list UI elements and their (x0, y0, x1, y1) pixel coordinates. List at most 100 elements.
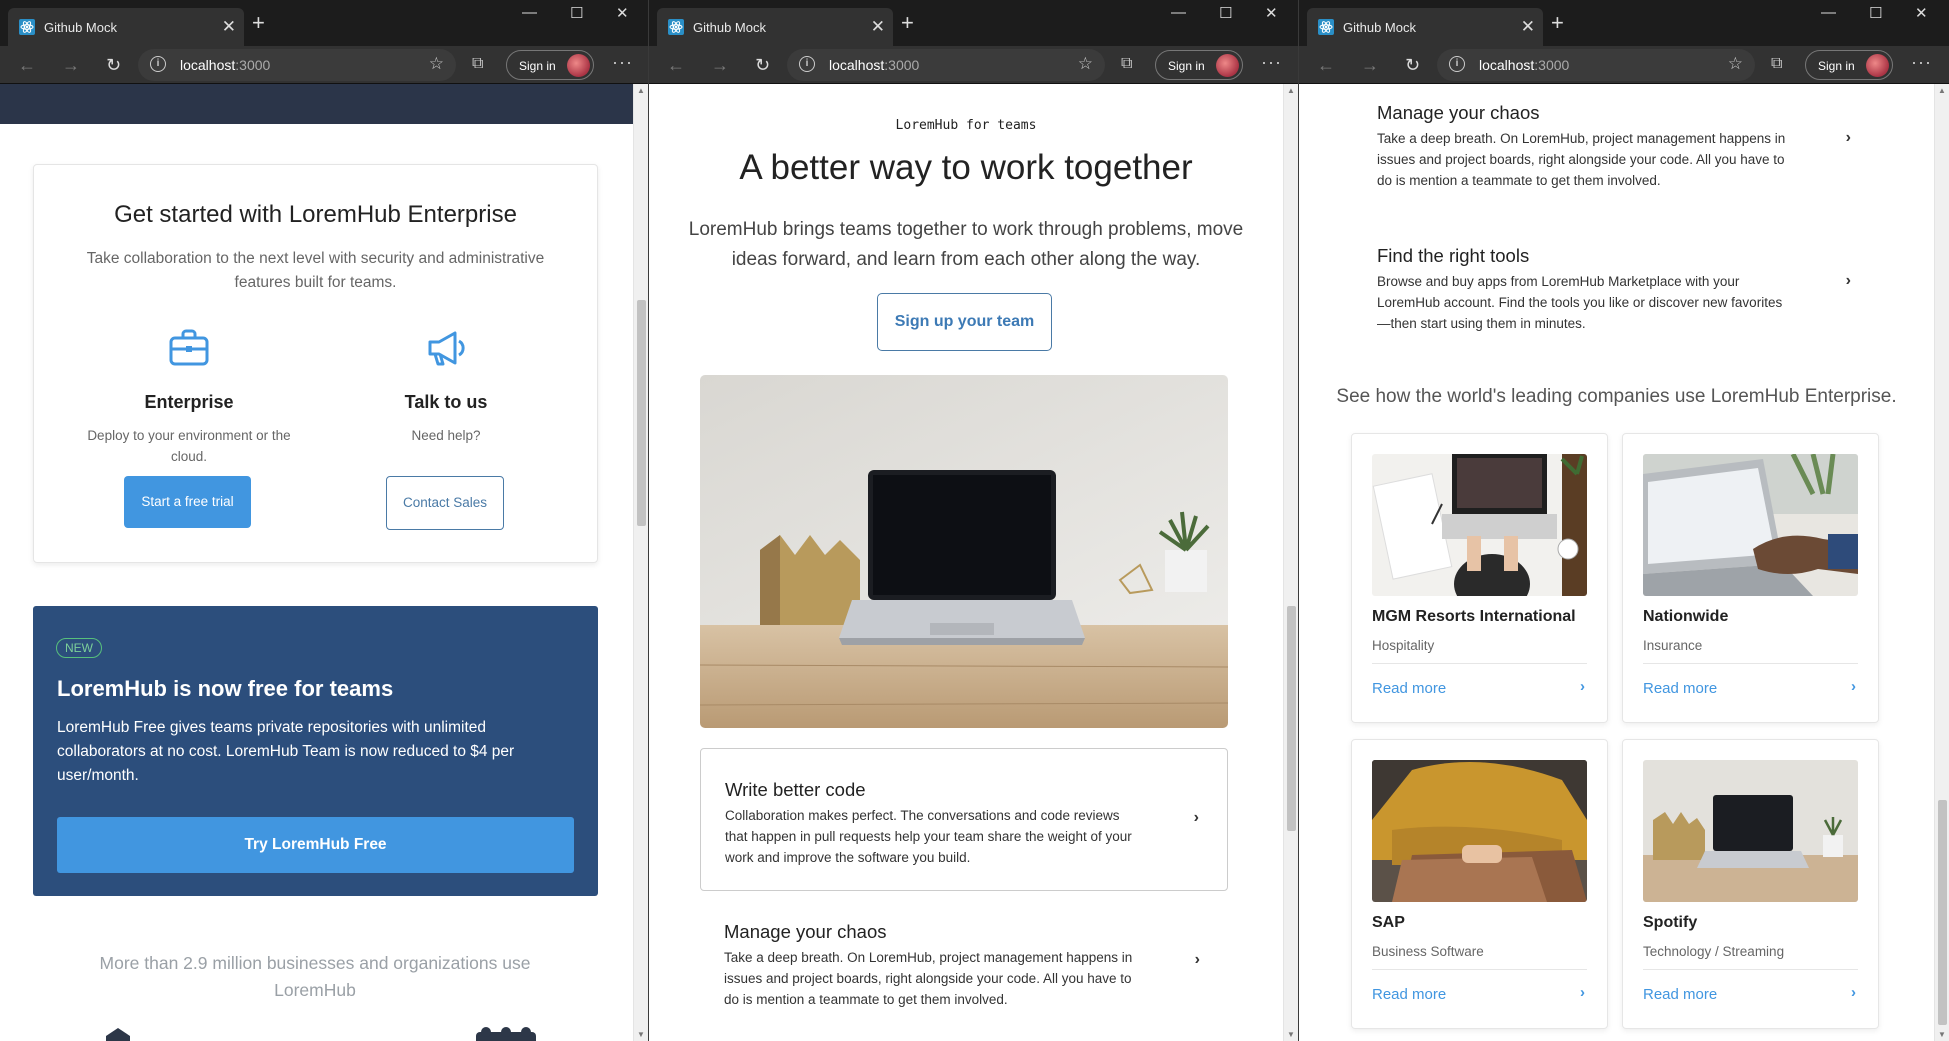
page-title: A better way to work together (739, 148, 1193, 187)
browser-tab[interactable]: Github Mock ✕ (8, 8, 244, 46)
read-more-link[interactable]: Read more (1372, 986, 1446, 1003)
try-free-button[interactable]: Try LoremHub Free (57, 817, 574, 873)
browser-window-2: Github Mock ✕ + — ☐ ✕ ← → ↻ i localhost:… (649, 0, 1299, 1041)
collections-icon[interactable]: ⧉ (1121, 55, 1132, 73)
company-industry: Hospitality (1372, 638, 1435, 653)
more-menu-icon[interactable]: ··· (1911, 52, 1932, 73)
maximize-button[interactable]: ☐ (570, 4, 583, 22)
feature-manage-chaos[interactable]: Manage your chaos Take a deep breath. On… (700, 891, 1228, 1034)
favorite-star-icon[interactable]: ☆ (1078, 54, 1093, 74)
scrollbar-thumb[interactable] (637, 300, 646, 526)
info-icon[interactable]: i (150, 56, 166, 72)
company-card-spotify: Spotify Technology / Streaming Read more… (1622, 739, 1879, 1029)
tab-bar: Github Mock ✕ + — ☐ ✕ (649, 0, 1298, 46)
read-more-link[interactable]: Read more (1372, 680, 1446, 697)
info-icon[interactable]: i (1449, 56, 1465, 72)
scrollbar[interactable]: ▲ ▼ (1283, 84, 1298, 1041)
close-window-button[interactable]: ✕ (616, 4, 629, 22)
tab-title: Github Mock (693, 20, 766, 35)
browser-tab[interactable]: Github Mock ✕ (657, 8, 893, 46)
scrollbar-thumb[interactable] (1287, 606, 1296, 831)
close-window-button[interactable]: ✕ (1265, 4, 1278, 22)
chevron-right-icon[interactable]: › (1851, 678, 1856, 695)
feature-desc: Collaboration makes perfect. The convers… (725, 808, 1132, 865)
collections-icon[interactable]: ⧉ (472, 55, 483, 73)
sign-up-team-button[interactable]: Sign up your team (877, 293, 1052, 351)
avatar (1216, 54, 1239, 77)
scroll-down-icon[interactable]: ▼ (1938, 1030, 1946, 1039)
scrollbar-thumb[interactable] (1938, 800, 1947, 1025)
tab-close-icon[interactable]: ✕ (222, 17, 236, 37)
feature-desc: Take a deep breath. On LoremHub, project… (1377, 131, 1786, 188)
page-viewport: Get started with LoremHub Enterprise Tak… (0, 84, 648, 1041)
feature-desc: Take a deep breath. On LoremHub, project… (724, 950, 1133, 1007)
maximize-button[interactable]: ☐ (1869, 4, 1882, 22)
talk-option-desc: Need help? (411, 428, 481, 443)
reload-icon[interactable]: ↻ (106, 55, 121, 76)
enterprise-card-lead: Take collaboration to the next level wit… (86, 250, 545, 291)
scroll-up-icon[interactable]: ▲ (1938, 86, 1946, 95)
chevron-right-icon: › (1845, 272, 1851, 289)
back-icon[interactable]: ← (667, 55, 685, 76)
tab-close-icon[interactable]: ✕ (1521, 17, 1535, 37)
briefcase-icon (169, 329, 209, 366)
forward-icon[interactable]: → (711, 55, 729, 76)
scrollbar[interactable]: ▲ ▼ (1934, 84, 1949, 1041)
collections-icon[interactable]: ⧉ (1771, 55, 1782, 73)
company-card-nationwide: Nationwide Insurance Read more › (1622, 433, 1879, 723)
scroll-up-icon[interactable]: ▲ (1287, 86, 1295, 95)
company-name: MGM Resorts International (1372, 608, 1576, 625)
read-more-link[interactable]: Read more (1643, 986, 1717, 1003)
forward-icon[interactable]: → (62, 55, 80, 76)
feature-write-code[interactable]: Write better code Collaboration makes pe… (700, 748, 1228, 891)
back-icon[interactable]: ← (18, 55, 36, 76)
start-free-trial-button[interactable]: Start a free trial (124, 476, 251, 528)
teams-eyebrow: LoremHub for teams (895, 118, 1037, 133)
info-icon[interactable]: i (799, 56, 815, 72)
feature-right-tools[interactable]: Find the right tools Browse and buy apps… (1353, 227, 1881, 347)
new-tab-button[interactable]: + (252, 10, 265, 36)
chevron-right-icon[interactable]: › (1580, 984, 1585, 1001)
close-window-button[interactable]: ✕ (1915, 4, 1928, 22)
new-tab-button[interactable]: + (1551, 10, 1564, 36)
more-menu-icon[interactable]: ··· (612, 52, 633, 73)
scroll-down-icon[interactable]: ▼ (637, 1030, 645, 1039)
back-icon[interactable]: ← (1317, 55, 1335, 76)
minimize-button[interactable]: — (522, 4, 537, 21)
chevron-right-icon[interactable]: › (1851, 984, 1856, 1001)
chevron-right-icon[interactable]: › (1580, 678, 1585, 695)
megaphone-icon (428, 331, 465, 366)
maximize-button[interactable]: ☐ (1219, 4, 1232, 22)
forward-icon[interactable]: → (1361, 55, 1379, 76)
divider (1643, 969, 1858, 970)
company-name: Nationwide (1643, 608, 1729, 625)
sign-in-button[interactable]: Sign in (1155, 50, 1243, 80)
talk-option: Talk to us Need help? (331, 325, 561, 446)
minimize-button[interactable]: — (1821, 4, 1836, 21)
new-tab-button[interactable]: + (901, 10, 914, 36)
page-viewport: LoremHub for teams A better way to work … (649, 84, 1298, 1041)
contact-sales-button[interactable]: Contact Sales (386, 476, 504, 530)
reload-icon[interactable]: ↻ (755, 55, 770, 76)
divider (1372, 663, 1587, 664)
company-industry: Business Software (1372, 944, 1484, 959)
favorite-star-icon[interactable]: ☆ (429, 54, 444, 74)
url-field[interactable]: i localhost:3000 ☆ (1437, 49, 1755, 81)
company-name: Spotify (1643, 914, 1698, 931)
browser-tab[interactable]: Github Mock ✕ (1307, 8, 1543, 46)
url-field[interactable]: i localhost:3000 ☆ (787, 49, 1105, 81)
feature-manage-chaos[interactable]: Manage your chaos Take a deep breath. On… (1353, 84, 1881, 204)
businesses-text: More than 2.9 million businesses and org… (99, 953, 531, 1000)
favorite-star-icon[interactable]: ☆ (1728, 54, 1743, 74)
tab-close-icon[interactable]: ✕ (871, 17, 885, 37)
minimize-button[interactable]: — (1171, 4, 1186, 21)
url-field[interactable]: i localhost:3000 ☆ (138, 49, 456, 81)
sign-in-button[interactable]: Sign in (1805, 50, 1893, 80)
scroll-up-icon[interactable]: ▲ (637, 86, 645, 95)
scrollbar[interactable]: ▲ ▼ (633, 84, 648, 1041)
read-more-link[interactable]: Read more (1643, 680, 1717, 697)
reload-icon[interactable]: ↻ (1405, 55, 1420, 76)
more-menu-icon[interactable]: ··· (1261, 52, 1282, 73)
scroll-down-icon[interactable]: ▼ (1287, 1030, 1295, 1039)
sign-in-button[interactable]: Sign in (506, 50, 594, 80)
